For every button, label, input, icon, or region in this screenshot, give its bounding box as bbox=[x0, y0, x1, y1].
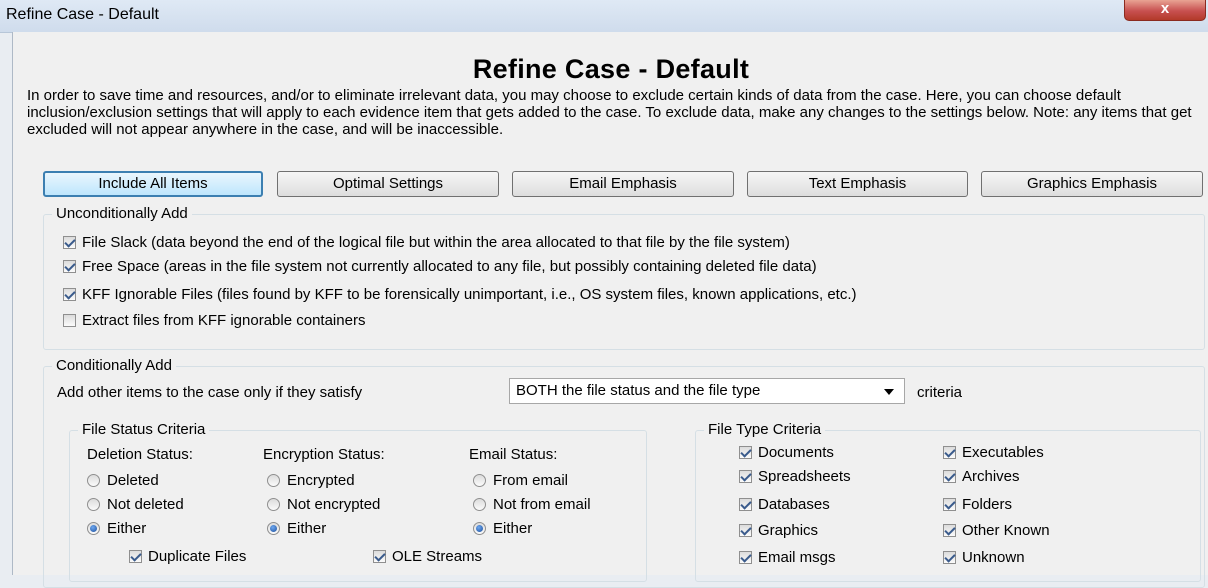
radio-label: Deleted bbox=[107, 472, 159, 489]
radio-button[interactable] bbox=[473, 498, 486, 511]
radio-email-either[interactable]: Either bbox=[473, 520, 532, 538]
kff-ignorable-option[interactable]: KFF Ignorable Files (files found by KFF … bbox=[63, 286, 857, 304]
radio-label: Not from email bbox=[493, 496, 591, 513]
type-documents[interactable]: Documents bbox=[739, 444, 834, 462]
window-title: Refine Case - Default bbox=[6, 6, 159, 23]
radio-label: Not deleted bbox=[107, 496, 184, 513]
include-all-items-button[interactable]: Include All Items bbox=[43, 171, 263, 197]
description-text: In order to save time and resources, and… bbox=[27, 87, 1192, 138]
radio-label: Not encrypted bbox=[287, 496, 381, 513]
checkbox-label: Email msgs bbox=[758, 549, 836, 566]
radio-button[interactable] bbox=[473, 522, 486, 535]
checkbox-label: Free Space (areas in the file system not… bbox=[82, 258, 817, 275]
radio-label: Either bbox=[107, 520, 147, 537]
checkbox-label: Graphics bbox=[758, 522, 819, 539]
encryption-status-label: Encryption Status: bbox=[263, 446, 385, 463]
checkbox[interactable] bbox=[63, 236, 76, 249]
checkbox-label: Databases bbox=[758, 496, 830, 513]
group-label: File Status Criteria bbox=[78, 421, 210, 439]
dialog-body: Refine Case - Default In order to save t… bbox=[12, 32, 1208, 588]
radio-encrypted[interactable]: Encrypted bbox=[267, 472, 355, 490]
chevron-down-icon[interactable] bbox=[884, 389, 894, 395]
group-label: File Type Criteria bbox=[704, 421, 826, 439]
ole-streams-option[interactable]: OLE Streams bbox=[373, 548, 482, 566]
checkbox[interactable] bbox=[739, 524, 752, 537]
checkbox[interactable] bbox=[129, 550, 142, 563]
type-archives[interactable]: Archives bbox=[943, 468, 1020, 486]
type-graphics[interactable]: Graphics bbox=[739, 522, 818, 540]
checkbox-label: OLE Streams bbox=[392, 548, 483, 565]
radio-from-email[interactable]: From email bbox=[473, 472, 568, 490]
radio-button[interactable] bbox=[87, 522, 100, 535]
checkbox-label: KFF Ignorable Files (files found by KFF … bbox=[82, 286, 857, 303]
radio-button[interactable] bbox=[267, 522, 280, 535]
type-spreadsheets[interactable]: Spreadsheets bbox=[739, 468, 851, 486]
radio-deletion-either[interactable]: Either bbox=[87, 520, 146, 538]
checkbox[interactable] bbox=[739, 470, 752, 483]
checkbox[interactable] bbox=[63, 260, 76, 273]
checkbox-label: Folders bbox=[962, 496, 1013, 513]
checkbox-label: Spreadsheets bbox=[758, 468, 851, 485]
type-folders[interactable]: Folders bbox=[943, 496, 1012, 514]
type-unknown[interactable]: Unknown bbox=[943, 549, 1025, 567]
checkbox-label: Duplicate Files bbox=[148, 548, 247, 565]
checkbox[interactable] bbox=[943, 446, 956, 459]
radio-button[interactable] bbox=[87, 474, 100, 487]
type-email-msgs[interactable]: Email msgs bbox=[739, 549, 836, 567]
checkbox[interactable] bbox=[63, 288, 76, 301]
checkbox[interactable] bbox=[63, 314, 76, 327]
checkbox[interactable] bbox=[943, 551, 956, 564]
checkbox-label: File Slack (data beyond the end of the l… bbox=[82, 234, 790, 251]
radio-button[interactable] bbox=[473, 474, 486, 487]
radio-label: Either bbox=[287, 520, 327, 537]
radio-not-from-email[interactable]: Not from email bbox=[473, 496, 591, 514]
checkbox[interactable] bbox=[943, 498, 956, 511]
checkbox-label: Other Known bbox=[962, 522, 1050, 539]
combo-value: BOTH the file status and the file type bbox=[516, 382, 761, 399]
checkbox[interactable] bbox=[943, 470, 956, 483]
radio-label: Either bbox=[493, 520, 533, 537]
group-label: Unconditionally Add bbox=[52, 205, 192, 223]
page-title: Refine Case - Default bbox=[472, 54, 750, 84]
graphics-emphasis-button[interactable]: Graphics Emphasis bbox=[981, 171, 1203, 197]
radio-deleted[interactable]: Deleted bbox=[87, 472, 159, 490]
checkbox[interactable] bbox=[373, 550, 386, 563]
email-emphasis-button[interactable]: Email Emphasis bbox=[512, 171, 734, 197]
extract-kff-containers-option[interactable]: Extract files from KFF ignorable contain… bbox=[63, 312, 365, 330]
optimal-settings-button[interactable]: Optimal Settings bbox=[277, 171, 499, 197]
close-button[interactable]: x bbox=[1124, 0, 1206, 21]
title-bar: Refine Case - Default x bbox=[0, 0, 1208, 33]
radio-encryption-either[interactable]: Either bbox=[267, 520, 326, 538]
checkbox-label: Documents bbox=[758, 444, 834, 461]
radio-button[interactable] bbox=[87, 498, 100, 511]
checkbox-label: Archives bbox=[962, 468, 1020, 485]
radio-not-deleted[interactable]: Not deleted bbox=[87, 496, 184, 514]
criteria-combo-box[interactable]: BOTH the file status and the file type bbox=[509, 378, 905, 404]
file-slack-option[interactable]: File Slack (data beyond the end of the l… bbox=[63, 234, 790, 252]
radio-button[interactable] bbox=[267, 474, 280, 487]
checkbox-label: Executables bbox=[962, 444, 1044, 461]
type-other-known[interactable]: Other Known bbox=[943, 522, 1050, 540]
checkbox[interactable] bbox=[739, 498, 752, 511]
checkbox[interactable] bbox=[739, 551, 752, 564]
type-executables[interactable]: Executables bbox=[943, 444, 1044, 462]
email-status-label: Email Status: bbox=[469, 446, 558, 463]
criteria-suffix: criteria bbox=[917, 384, 963, 401]
type-databases[interactable]: Databases bbox=[739, 496, 830, 514]
checkbox-label: Extract files from KFF ignorable contain… bbox=[82, 312, 366, 329]
group-label: Conditionally Add bbox=[52, 357, 176, 375]
conditional-prompt: Add other items to the case only if they… bbox=[57, 384, 363, 401]
duplicate-files-option[interactable]: Duplicate Files bbox=[129, 548, 246, 566]
free-space-option[interactable]: Free Space (areas in the file system not… bbox=[63, 258, 817, 276]
radio-label: From email bbox=[493, 472, 569, 489]
checkbox-label: Unknown bbox=[962, 549, 1025, 566]
text-emphasis-button[interactable]: Text Emphasis bbox=[747, 171, 968, 197]
radio-not-encrypted[interactable]: Not encrypted bbox=[267, 496, 380, 514]
checkbox[interactable] bbox=[943, 524, 956, 537]
radio-label: Encrypted bbox=[287, 472, 355, 489]
deletion-status-label: Deletion Status: bbox=[87, 446, 193, 463]
checkbox[interactable] bbox=[739, 446, 752, 459]
radio-button[interactable] bbox=[267, 498, 280, 511]
